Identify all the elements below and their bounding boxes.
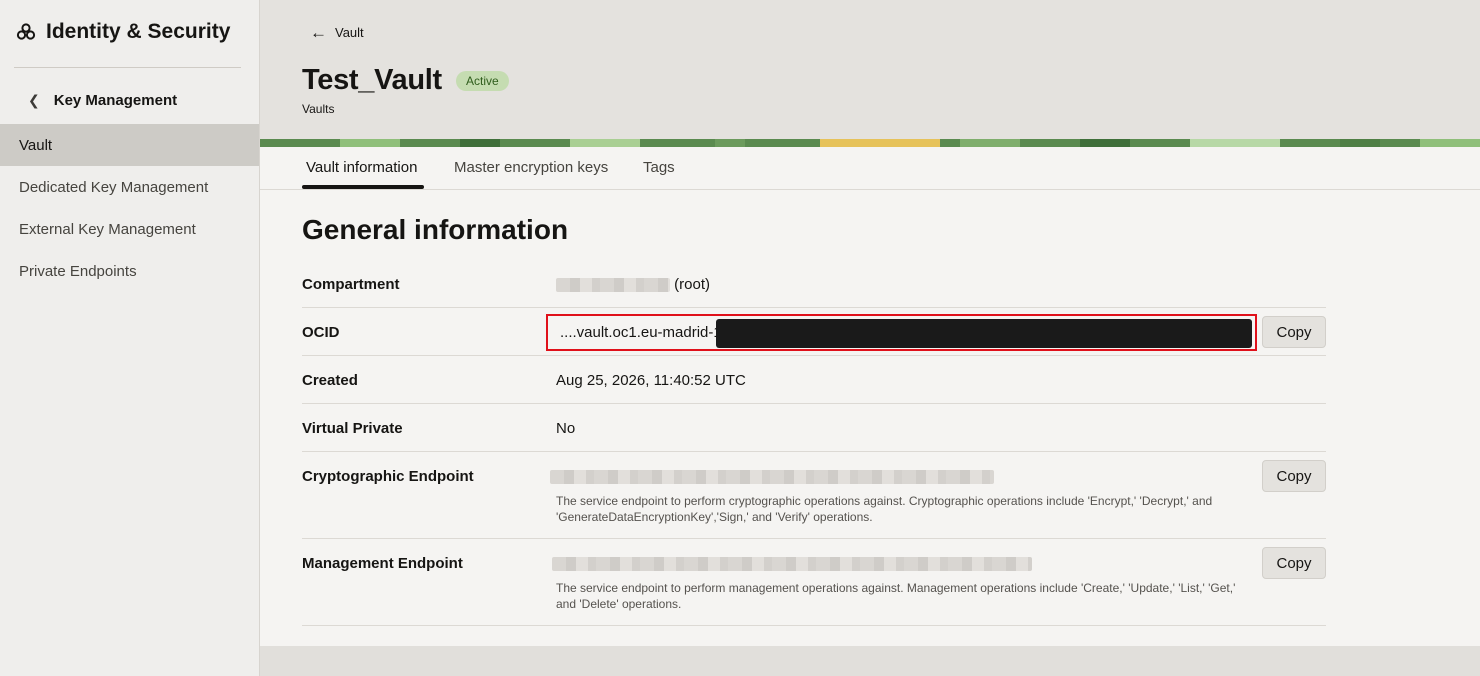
compartment-label: Compartment	[302, 276, 400, 293]
ocid-copy-button[interactable]: Copy	[1262, 316, 1326, 348]
decorative-banner	[260, 139, 1480, 147]
vault-back-link[interactable]: ← Vault	[310, 24, 364, 41]
active-tab-indicator	[302, 185, 424, 189]
sidebar-divider	[14, 67, 241, 68]
arrow-left-icon: ←	[310, 23, 327, 42]
mgmt-endpoint-copy-button[interactable]: Copy	[1262, 547, 1326, 579]
virtual-private-row: Virtual Private No	[302, 404, 1326, 452]
compartment-value: (root)	[556, 276, 710, 293]
mgmt-endpoint-help: The service endpoint to perform manageme…	[556, 581, 1236, 611]
footer-band	[260, 646, 1480, 676]
sidebar-item-external-key-management[interactable]: External Key Management	[0, 208, 259, 250]
crypto-endpoint-label: Cryptographic Endpoint	[302, 468, 474, 485]
section-title: General information	[302, 214, 569, 245]
mgmt-endpoint-row: Management Endpoint The service endpoint…	[302, 539, 1326, 626]
sidebar-item-label: Private Endpoints	[19, 262, 137, 280]
ocid-value: ....vault.oc1.eu-madrid-1	[560, 324, 722, 341]
crypto-endpoint-copy-button[interactable]: Copy	[1262, 460, 1326, 492]
page-header: ← Vault Test_Vault Active Vaults	[260, 0, 1480, 140]
main-content: General information Compartment (root) O…	[260, 190, 1480, 646]
created-value: Aug 25, 2026, 11:40:52 UTC	[556, 372, 746, 389]
crypto-endpoint-value	[550, 468, 994, 485]
vault-back-label: Vault	[335, 25, 364, 40]
key-management-label: Key Management	[53, 92, 178, 109]
sidebar-item-label: Vault	[19, 136, 53, 154]
virtual-private-value: No	[556, 420, 576, 437]
ocid-label: OCID	[302, 324, 340, 341]
sidebar-item-vault[interactable]: Vault	[0, 124, 259, 166]
tab-master-encryption-keys[interactable]: Master encryption keys	[454, 159, 608, 176]
redacted-crypto-endpoint	[550, 470, 994, 485]
page-subtitle: Vaults	[302, 102, 335, 116]
created-label: Created	[302, 372, 358, 389]
tab-bar: Vault information Master encryption keys…	[260, 147, 1480, 190]
sidebar: Identity & Security ❮ Key Management Vau…	[0, 0, 260, 676]
sidebar-item-label: External Key Management	[19, 220, 196, 238]
compartment-root-suffix: (root)	[674, 276, 711, 293]
ocid-row: OCID ....vault.oc1.eu-madrid-1 Copy	[302, 308, 1326, 356]
virtual-private-label: Virtual Private	[302, 420, 403, 437]
sidebar-title-label: Identity & Security	[46, 20, 231, 43]
sidebar-title: Identity & Security	[16, 20, 230, 44]
mgmt-endpoint-value	[552, 555, 1032, 572]
identity-security-icon	[16, 23, 36, 40]
tab-vault-information[interactable]: Vault information	[306, 159, 417, 176]
compartment-row: Compartment (root)	[302, 260, 1326, 308]
tab-tags[interactable]: Tags	[643, 159, 675, 176]
key-management-back-link[interactable]: ❮ Key Management	[28, 92, 177, 109]
page-title: Test_Vault	[302, 64, 442, 96]
created-row: Created Aug 25, 2026, 11:40:52 UTC	[302, 356, 1326, 404]
redacted-compartment-name	[556, 278, 670, 293]
ocid-highlight-box: ....vault.oc1.eu-madrid-1	[546, 314, 1257, 351]
sidebar-item-label: Dedicated Key Management	[19, 178, 209, 196]
crypto-endpoint-help: The service endpoint to perform cryptogr…	[556, 494, 1213, 524]
ocid-redaction	[716, 319, 1252, 348]
sidebar-item-private-endpoints[interactable]: Private Endpoints	[0, 250, 259, 292]
mgmt-endpoint-label: Management Endpoint	[302, 555, 463, 572]
chevron-left-icon: ❮	[28, 92, 40, 108]
status-badge: Active	[456, 71, 509, 91]
sidebar-item-dedicated-key-management[interactable]: Dedicated Key Management	[0, 166, 259, 208]
crypto-endpoint-row: Cryptographic Endpoint The service endpo…	[302, 452, 1326, 539]
redacted-mgmt-endpoint	[552, 557, 1032, 572]
